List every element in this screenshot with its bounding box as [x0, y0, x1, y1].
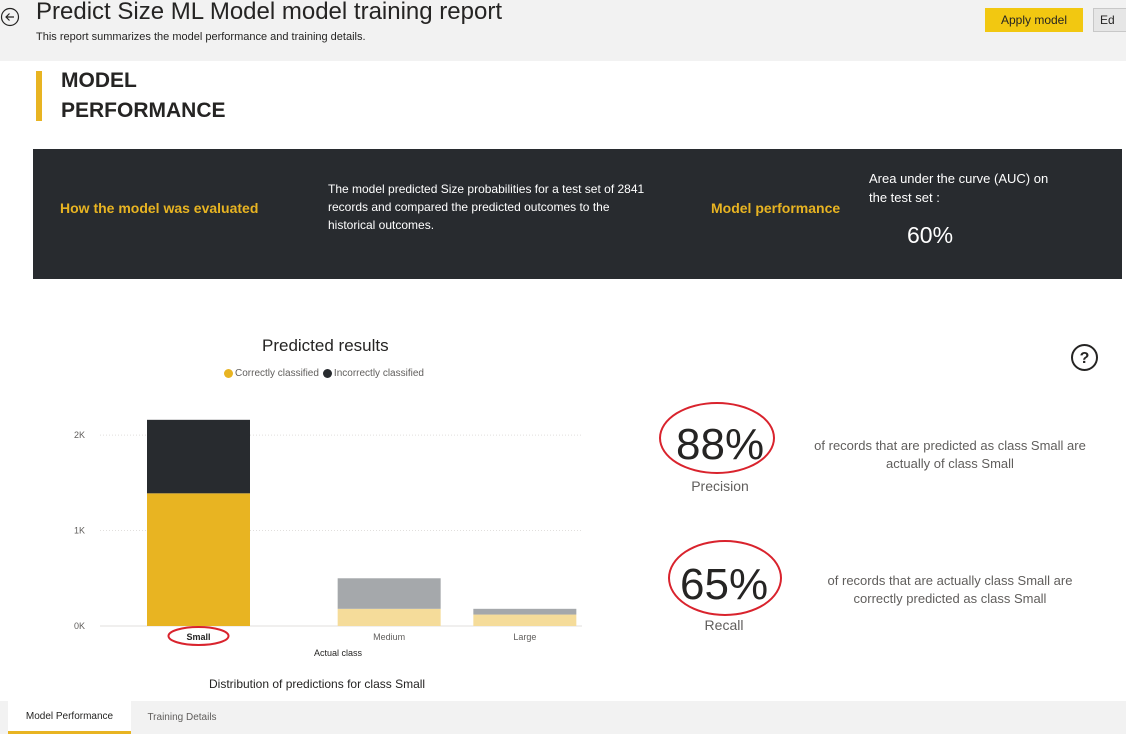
legend-dot-incorrect — [322, 369, 332, 378]
report-header: Predict Size ML Model model training rep… — [0, 0, 1126, 61]
predicted-results-chart: 0K 1K 2K Small Medium Large Actual class — [74, 419, 582, 658]
report-title: Predict Size ML Model model training rep… — [36, 0, 502, 25]
y-tick-label: 0K — [74, 621, 85, 631]
recall-value: 65% — [680, 560, 769, 609]
bar-large-correct — [473, 614, 577, 626]
bar-small-incorrect — [147, 419, 250, 494]
legend-dot-correct — [224, 369, 233, 378]
precision-label: Precision — [691, 478, 749, 494]
legend-item-correct[interactable]: Correctly classified — [224, 368, 319, 379]
y-tick-label: 2K — [74, 430, 85, 440]
auc-value: 60% — [907, 222, 954, 248]
page-tab-bar: Model Performance Training Details — [0, 701, 1126, 734]
recall-label: Recall — [704, 617, 744, 633]
edit-button[interactable]: Ed — [1093, 8, 1126, 32]
bar-medium-correct — [337, 608, 441, 626]
legend-label-correct: Correctly classified — [235, 368, 319, 379]
report-subtitle: This report summarizes the model perform… — [36, 31, 366, 43]
precision-description: of records that are predicted as class S… — [814, 438, 1086, 471]
svg-text:?: ? — [1080, 350, 1090, 367]
chart-legend: Correctly classified Incorrectly classif… — [224, 368, 428, 379]
legend-label-incorrect: Incorrectly classified — [333, 368, 424, 379]
evaluation-panel: How the model was evaluated The model pr… — [33, 149, 1122, 279]
bar-small-correct — [147, 493, 250, 626]
bar-medium-incorrect — [337, 578, 441, 609]
performance-heading: Model performance — [711, 200, 841, 216]
x-tick-label: Large — [513, 632, 536, 642]
precision-value: 88% — [676, 420, 765, 469]
recall-description: of records that are actually class Small… — [827, 573, 1073, 606]
tab-model-performance[interactable]: Model Performance — [8, 701, 131, 734]
help-icon[interactable]: ? — [1070, 343, 1099, 372]
chart-title: Predicted results — [262, 336, 389, 355]
y-tick-label: 1K — [74, 526, 85, 536]
bar-large-incorrect — [473, 608, 577, 615]
evaluation-description: The model predicted Size probabilities f… — [328, 182, 645, 232]
x-tick-label: Small — [186, 632, 210, 642]
apply-model-button[interactable]: Apply model — [985, 8, 1083, 32]
x-axis-label: Actual class — [314, 648, 363, 658]
evaluation-heading: How the model was evaluated — [60, 200, 259, 216]
legend-item-incorrect[interactable]: Incorrectly classified — [322, 368, 424, 379]
back-arrow-icon[interactable] — [0, 7, 20, 27]
section-title: MODEL PERFORMANCE — [61, 69, 226, 122]
chart-footer: Distribution of predictions for class Sm… — [209, 677, 426, 691]
section-accent-bar — [36, 71, 42, 121]
tab-training-details[interactable]: Training Details — [136, 701, 228, 734]
auc-label: Area under the curve (AUC) on the test s… — [869, 171, 1049, 205]
x-tick-label: Medium — [373, 632, 405, 642]
